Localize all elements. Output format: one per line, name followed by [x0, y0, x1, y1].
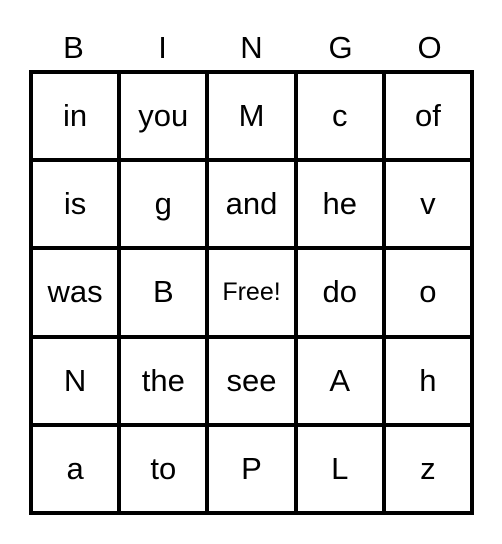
bingo-cell: in — [31, 72, 120, 161]
bingo-cell: L — [295, 424, 384, 513]
free-space-cell: Free! — [207, 248, 296, 337]
bingo-cell: v — [383, 160, 472, 249]
header-letter-g: G — [328, 30, 353, 65]
bingo-header: B I N G O — [29, 28, 474, 68]
bingo-cell: M — [207, 72, 296, 161]
bingo-grid: in you Mc of is g and he v was B Free! do o Nthe see Ah a… — [29, 70, 474, 515]
bingo-cell: he — [295, 160, 384, 249]
header-letter-i: I — [158, 30, 167, 65]
bingo-cell: do — [295, 248, 384, 337]
bingo-cell: is — [31, 160, 120, 249]
bingo-cell: o — [383, 248, 472, 337]
bingo-cell: a — [31, 424, 120, 513]
bingo-cell: N — [31, 336, 120, 425]
bingo-cell: h — [383, 336, 472, 425]
header-letter-n: N — [240, 30, 263, 65]
bingo-cell: and — [207, 160, 296, 249]
bingo-cell: of — [383, 72, 472, 161]
bingo-cell: you — [119, 72, 208, 161]
bingo-cell: A — [295, 336, 384, 425]
bingo-cell: z — [383, 424, 472, 513]
header-letter-o: O — [417, 30, 442, 65]
bingo-cell: was — [31, 248, 120, 337]
bingo-cell: P — [207, 424, 296, 513]
bingo-cell: g — [119, 160, 208, 249]
bingo-cell: B — [119, 248, 208, 337]
bingo-cell: see — [207, 336, 296, 425]
bingo-cell: to — [119, 424, 208, 513]
bingo-cell: the — [119, 336, 208, 425]
header-letter-b: B — [63, 30, 84, 65]
bingo-cell: c — [295, 72, 384, 161]
